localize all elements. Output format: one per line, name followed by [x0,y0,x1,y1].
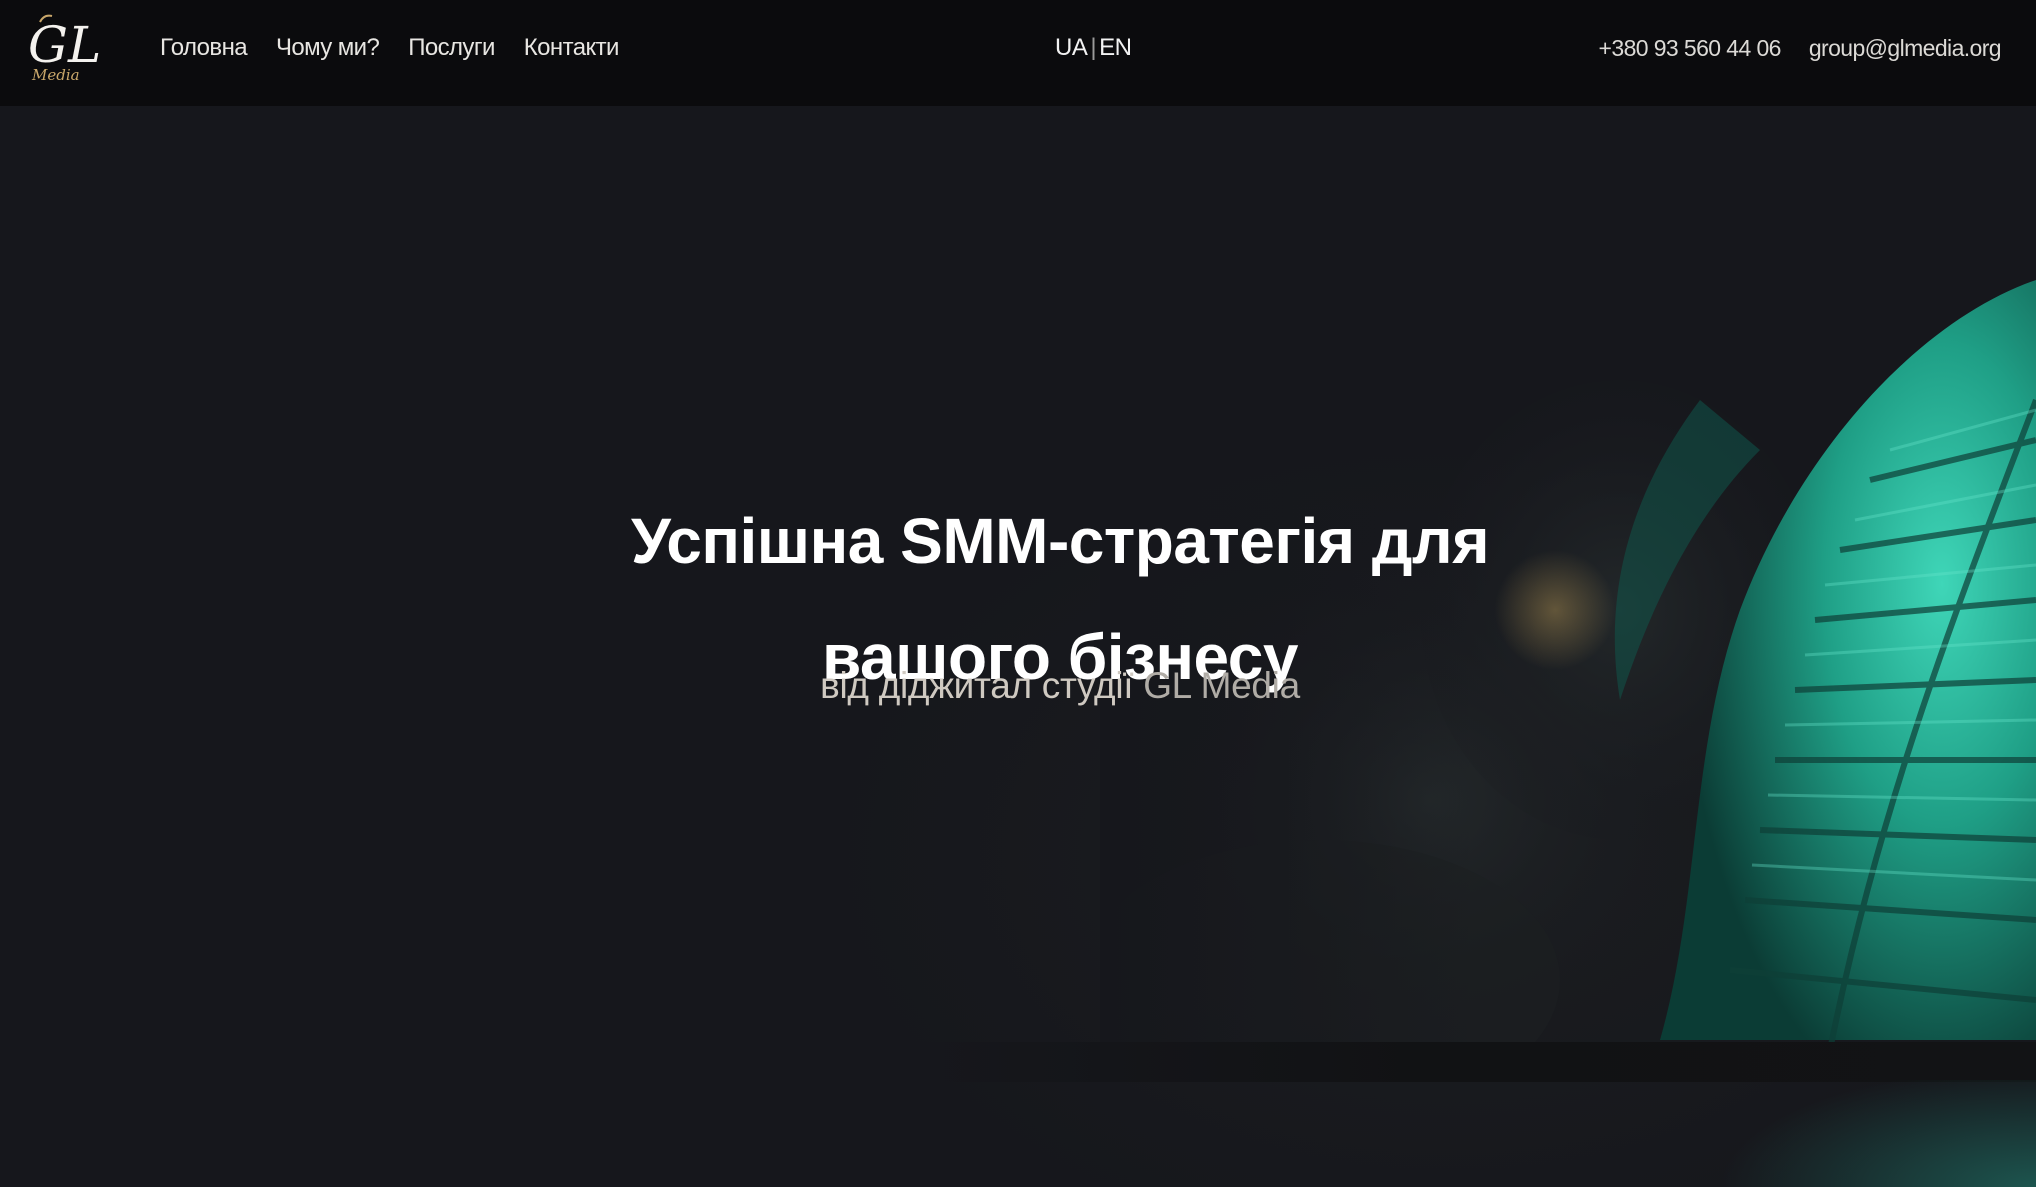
nav-home[interactable]: Головна [160,34,248,62]
hero-title-line1: Успішна SMM-стратегія для [0,483,2036,599]
hero-subtitle-brand: GL Media [1143,665,1300,706]
hero-subtitle-text: від діджитал студії [820,665,1144,706]
nav-services[interactable]: Послуги [408,34,495,62]
page: GL Media Головна Чому ми? Послуги Контак… [0,0,2036,1187]
phone-link[interactable]: +380 93 560 44 06 [1599,35,1782,62]
teal-glow [1600,1080,2036,1187]
header-contacts: +380 93 560 44 06 group@glmedia.org [1571,0,2002,96]
main-nav: Головна Чому ми? Послуги Контакти [160,0,648,96]
logo-script: Media [31,66,80,84]
hero-title-part1: Успішна [630,504,901,577]
lang-separator: | [1090,34,1097,61]
section-divider [0,1042,2036,1082]
hero-title-part2: -стратегія для [1047,504,1490,577]
gl-media-logo[interactable]: GL Media [26,10,106,90]
language-switcher: UA | EN [1055,0,1132,96]
nav-contacts[interactable]: Контакти [524,34,620,62]
email-link[interactable]: group@glmedia.org [1809,35,2002,62]
site-header: GL Media Головна Чому ми? Послуги Контак… [0,0,2036,106]
lang-ua[interactable]: UA [1055,34,1088,62]
hero-subtitle: від діджитал студії GL Media [0,665,2036,707]
nav-why-us[interactable]: Чому ми? [276,34,380,62]
lang-en[interactable]: EN [1099,34,1132,62]
hero-title-smm: SMM [900,504,1048,577]
